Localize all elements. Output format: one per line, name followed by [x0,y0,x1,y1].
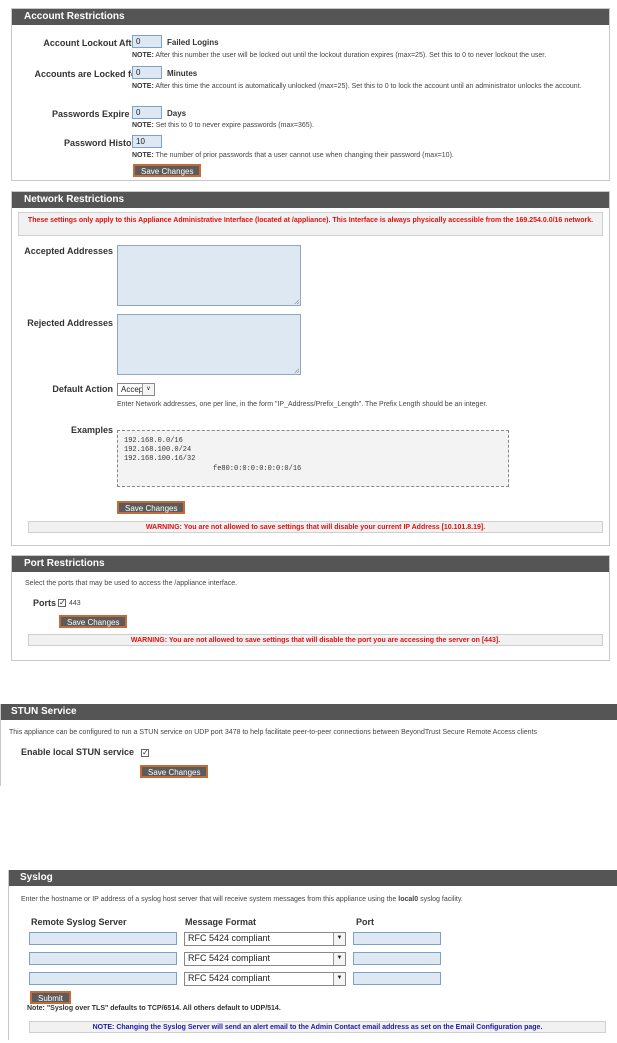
col-remote-server: Remote Syslog Server [31,917,127,927]
chevron-down-icon[interactable]: ▼ [333,953,345,965]
syslog-description: Enter the hostname or IP address of a sy… [21,896,463,903]
locked-note: NOTE: After this time the account is aut… [132,83,582,90]
example-line: 192.168.0.0/16 [124,437,183,445]
stun-description: This appliance can be configured to run … [9,729,538,736]
port-warning-banner: WARNING: You are not allowed to save set… [28,634,603,646]
port-restrictions-header: Port Restrictions [12,556,609,572]
locked-unit: Minutes [167,69,198,78]
syslog-format-select[interactable]: RFC 5424 compliant ▼ [184,952,346,966]
resize-grip-icon[interactable] [294,299,299,304]
stun-service-header: STUN Service [1,704,617,720]
account-save-button[interactable]: Save Changes [133,164,202,177]
syslog-server-input[interactable] [29,932,177,945]
stun-enable-label: Enable local STUN service [21,747,135,757]
example-line: fe80:0:0:0:0:0:0:0/16 [213,465,302,473]
default-action-select[interactable]: Accept ∨ [117,383,155,396]
history-label: Password History [63,138,140,148]
col-message-format: Message Format [185,917,257,927]
lockout-unit: Failed Logins [167,38,219,47]
syslog-format-select[interactable]: RFC 5424 compliant ▼ [184,972,346,986]
stun-enable-checkbox[interactable]: ✓ [141,749,149,757]
syslog-panel: Syslog Enter the hostname or IP address … [8,870,617,1040]
syslog-port-input[interactable] [353,932,441,945]
example-line: 192.168.100.0/24 [124,446,192,454]
expire-input[interactable]: 0 [132,106,162,119]
expire-label: Passwords Expire in [51,109,140,119]
network-restrictions-header: Network Restrictions [12,192,609,208]
accepted-addresses-textarea[interactable] [117,245,301,306]
syslog-alert-banner: NOTE: Changing the Syslog Server will se… [29,1021,606,1033]
syslog-port-input[interactable] [353,952,441,965]
chevron-down-icon[interactable]: ∨ [142,384,154,395]
examples-box: 192.168.0.0/16 192.168.100.0/24 192.168.… [117,430,509,487]
expire-unit: Days [167,109,187,118]
network-help-text: Enter Network addresses, one per line, i… [117,401,488,408]
stun-service-panel: STUN Service This appliance can be confi… [0,704,617,786]
syslog-port-input[interactable] [353,972,441,985]
expire-note: NOTE: Set this to 0 to never expire pass… [132,122,314,129]
rejected-addresses-textarea[interactable] [117,314,301,375]
syslog-server-input[interactable] [29,952,177,965]
lockout-input[interactable]: 0 [132,35,162,48]
stun-save-button[interactable]: Save Changes [140,765,209,778]
syslog-server-input[interactable] [29,972,177,985]
accepted-addresses-label: Accepted Addresses [24,246,113,256]
examples-label: Examples [70,425,113,435]
network-info-banner: These settings only apply to this Applia… [18,212,603,236]
syslog-tls-note: Note: "Syslog over TLS" defaults to TCP/… [27,1005,281,1012]
port-443-label: 443 [69,600,81,607]
port-restrictions-panel: Port Restrictions Select the ports that … [11,555,610,661]
syslog-format-select[interactable]: RFC 5424 compliant ▼ [184,932,346,946]
example-line: 192.168.100.16/32 [124,455,196,463]
locked-label: Accounts are Locked for [34,69,140,79]
port-description: Select the ports that may be used to acc… [25,580,238,587]
history-note: NOTE: The number of prior passwords that… [132,152,454,159]
lockout-label: Account Lockout After [43,38,140,48]
account-restrictions-header: Account Restrictions [12,9,609,25]
chevron-down-icon[interactable]: ▼ [333,973,345,985]
network-warning-banner: WARNING: You are not allowed to save set… [28,521,603,533]
resize-grip-icon[interactable] [294,368,299,373]
chevron-down-icon[interactable]: ▼ [333,933,345,945]
lockout-note: NOTE: After this number the user will be… [132,52,547,59]
default-action-label: Default Action [52,384,113,394]
col-port: Port [356,917,374,927]
network-save-button[interactable]: Save Changes [117,501,186,514]
rejected-addresses-label: Rejected Addresses [27,318,113,328]
locked-input[interactable]: 0 [132,66,162,79]
network-restrictions-panel: Network Restrictions These settings only… [11,191,610,546]
port-443-checkbox[interactable]: ✓ [58,599,66,607]
syslog-header: Syslog [9,870,617,886]
account-restrictions-panel: Account Restrictions Account Lockout Aft… [11,8,610,181]
syslog-submit-button[interactable]: Submit [30,991,71,1004]
ports-label: Ports [33,598,57,608]
port-save-button[interactable]: Save Changes [59,615,128,628]
history-input[interactable]: 10 [132,135,162,148]
